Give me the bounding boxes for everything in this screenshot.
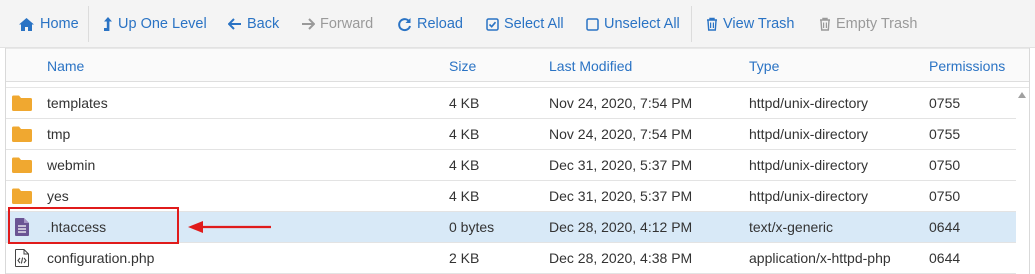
annotation-arrow-icon [188,221,271,233]
file-name: configuration.php [47,250,155,266]
file-permissions: 0755 [929,95,961,111]
file-permissions: 0644 [929,219,961,235]
table-row[interactable]: templates 4 KB Nov 24, 2020, 7:54 PM htt… [6,88,1016,119]
folder-icon [12,188,32,204]
file-permissions: 0750 [929,157,961,173]
home-icon [19,17,34,31]
file-size: 4 KB [449,188,480,204]
forward-label: Forward [320,16,374,32]
toolbar-divider [88,6,89,42]
file-type: text/x-generic [749,219,834,235]
reload-button[interactable]: Reload [397,0,463,48]
select-all-label: Select All [504,16,564,32]
view-trash-button[interactable]: View Trash [706,0,794,48]
up-one-level-button[interactable]: Up One Level [103,0,207,48]
file-size: 4 KB [449,95,480,111]
home-label: Home [40,16,79,32]
file-size: 4 KB [449,126,480,142]
vertical-scrollbar[interactable] [1016,88,1029,274]
forward-button[interactable]: Forward [301,0,373,48]
select-all-button[interactable]: Select All [486,0,564,48]
column-header-type[interactable]: Type [749,49,779,83]
folder-icon [12,126,32,142]
file-type: httpd/unix-directory [749,95,869,111]
view-trash-label: View Trash [723,16,795,32]
back-button[interactable]: Back [228,0,279,48]
column-header-size[interactable]: Size [449,49,476,83]
check-square-icon [486,17,499,31]
file-size: 2 KB [449,250,480,266]
empty-trash-button[interactable]: Empty Trash [819,0,917,48]
reload-icon [398,17,411,31]
file-modified: Dec 28, 2020, 4:38 PM [549,250,693,266]
file-modified: Nov 24, 2020, 7:54 PM [549,95,693,111]
file-modified: Dec 28, 2020, 4:12 PM [549,219,693,235]
reload-label: Reload [417,16,463,32]
column-header-permissions[interactable]: Permissions [929,49,1005,83]
table-header: Name Size Last Modified Type Permissions [6,48,1029,82]
trash-icon [707,17,717,31]
arrow-left-icon [228,18,241,30]
trash-icon [820,17,830,31]
column-header-last-modified[interactable]: Last Modified [549,49,632,83]
table-row[interactable]: webmin 4 KB Dec 31, 2020, 5:37 PM httpd/… [6,150,1016,181]
scroll-up-arrow-icon[interactable] [1018,92,1026,98]
file-modified: Dec 31, 2020, 5:37 PM [549,157,693,173]
folder-icon [12,157,32,173]
unselect-all-label: Unselect All [604,16,680,32]
level-up-icon [104,17,112,31]
annotation-highlight-box [8,207,179,244]
file-size: 4 KB [449,157,480,173]
file-type: httpd/unix-directory [749,157,869,173]
file-size: 0 bytes [449,219,495,235]
empty-trash-label: Empty Trash [836,16,918,32]
file-name: webmin [47,157,96,173]
toolbar-divider [691,6,692,42]
code-file-icon [15,249,29,267]
square-icon [586,17,599,31]
file-name: templates [47,95,108,111]
back-label: Back [247,16,280,32]
file-type: httpd/unix-directory [749,188,869,204]
arrow-right-icon [302,18,315,30]
home-button[interactable]: Home [18,0,79,48]
file-name: tmp [47,126,71,142]
file-permissions: 0755 [929,126,961,142]
column-header-name[interactable]: Name [47,49,84,83]
toolbar: Home Up One Level Back Forward Reload Se… [0,0,1035,48]
folder-icon [12,95,32,111]
up-one-level-label: Up One Level [118,16,207,32]
file-type: application/x-httpd-php [749,250,891,266]
file-modified: Nov 24, 2020, 7:54 PM [549,126,693,142]
unselect-all-button[interactable]: Unselect All [586,0,680,48]
table-row[interactable]: configuration.php 2 KB Dec 28, 2020, 4:3… [6,243,1016,274]
file-permissions: 0644 [929,250,961,266]
file-type: httpd/unix-directory [749,126,869,142]
file-modified: Dec 31, 2020, 5:37 PM [549,188,693,204]
table-row[interactable]: tmp 4 KB Nov 24, 2020, 7:54 PM httpd/uni… [6,119,1016,150]
file-permissions: 0750 [929,188,961,204]
